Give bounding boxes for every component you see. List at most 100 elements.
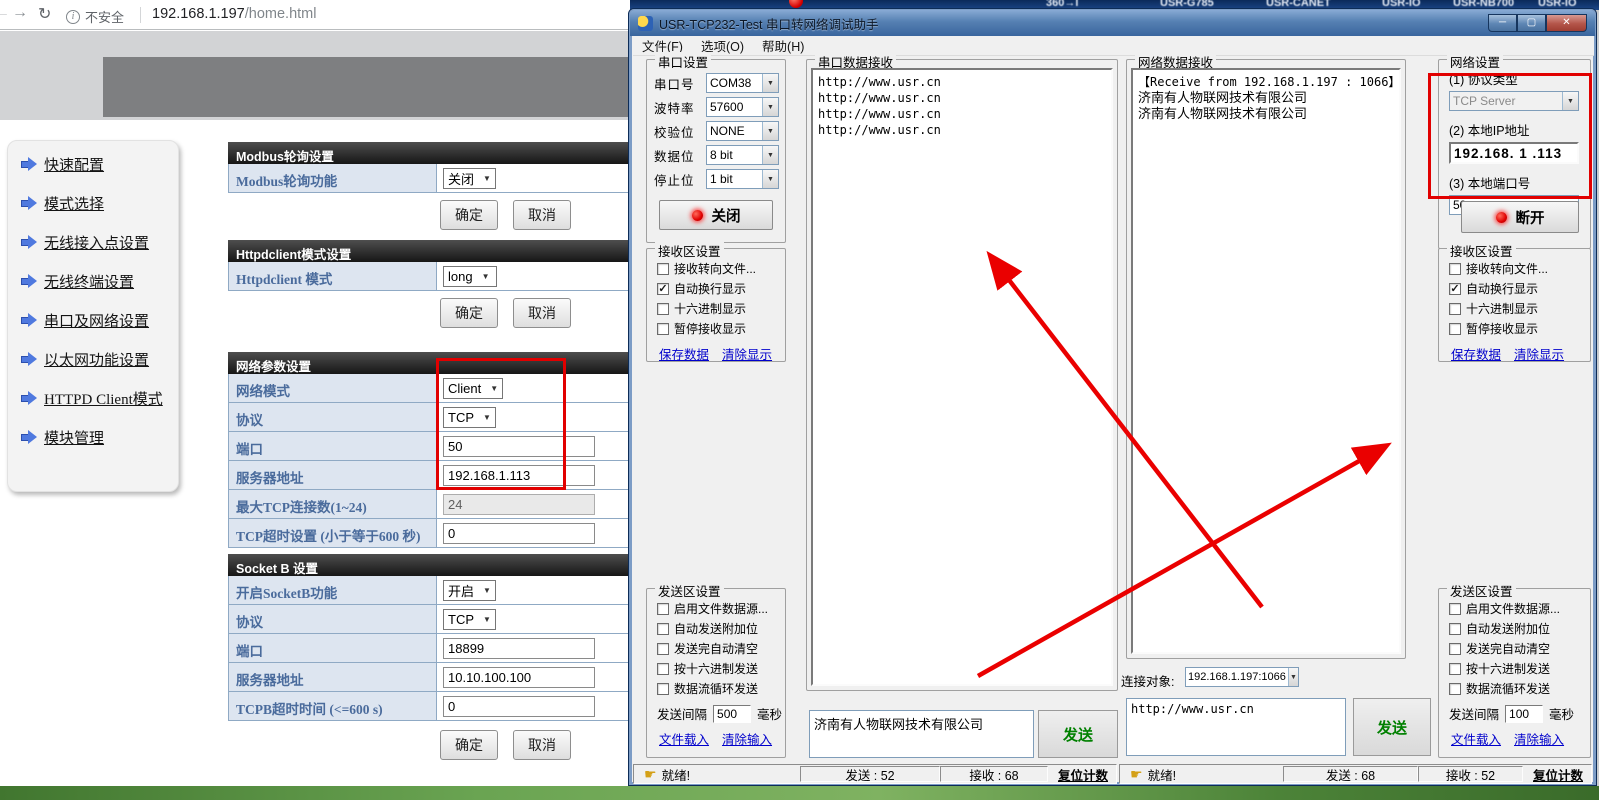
url-text[interactable]: 192.168.1.197/home.html <box>152 6 316 22</box>
maximize-button[interactable]: ▢ <box>1517 14 1546 32</box>
arrow-icon <box>21 235 37 249</box>
serial-receive-textarea[interactable]: http://www.usr.cn http://www.usr.cn http… <box>811 68 1113 686</box>
url-host: 192.168.1.197 <box>152 6 245 22</box>
cancel-button[interactable]: 取消 <box>513 730 571 760</box>
security-label: 不安全 <box>85 7 124 26</box>
section-header: Httpdclient模式设置 <box>228 240 630 262</box>
close-button[interactable]: ✕ <box>1546 14 1587 32</box>
baudrate-select[interactable]: 57600▼ <box>706 97 779 117</box>
checkbox-auto-append[interactable]: 自动发送附加位 <box>657 621 785 636</box>
clear-input-link[interactable]: 清除输入 <box>1514 729 1564 748</box>
databits-select[interactable]: 8 bit▼ <box>706 145 779 165</box>
sidebar-item-ethernet[interactable]: 以太网功能设置 <box>21 349 178 369</box>
sidebar-item-httpd-client[interactable]: HTTPD Client模式 <box>21 388 178 408</box>
modbus-poll-select[interactable]: 关闭▼ <box>443 168 496 189</box>
checkbox-file-source[interactable]: 启用文件数据源... <box>1449 601 1590 616</box>
sidebar-item-mode-select[interactable]: 模式选择 <box>21 193 178 213</box>
sidebar-item-module-manage[interactable]: 模块管理 <box>21 427 178 447</box>
checkbox-file-source[interactable]: 启用文件数据源... <box>657 601 785 616</box>
serial-close-button[interactable]: 关闭 <box>659 200 773 230</box>
network-data-receive-group: 网络数据接收 【Receive from 192.168.1.197 : 106… <box>1126 59 1406 659</box>
serial-send-input[interactable]: 济南有人物联网技术有限公司 <box>809 710 1034 758</box>
chevron-down-icon: ▼ <box>1288 668 1298 686</box>
reset-count-link[interactable]: 复位计数 <box>1533 765 1583 784</box>
checkbox-receive-to-file[interactable]: 接收转向文件... <box>657 261 785 276</box>
socketb-timeout-input[interactable]: 0 <box>443 696 595 717</box>
checkbox-loop-send[interactable]: 数据流循环发送 <box>1449 681 1590 696</box>
checkbox-hex-display[interactable]: 十六进制显示 <box>657 301 785 316</box>
cancel-button[interactable]: 取消 <box>513 200 571 230</box>
reset-count-link[interactable]: 复位计数 <box>1058 765 1108 784</box>
menu-help[interactable]: 帮助(H) <box>753 36 813 55</box>
cancel-button[interactable]: 取消 <box>513 298 571 328</box>
checkbox-receive-to-file[interactable]: 接收转向文件... <box>1449 261 1590 276</box>
received-line: http://www.usr.cn <box>818 106 1106 122</box>
socketb-protocol-select[interactable]: TCP▼ <box>443 609 496 630</box>
form-row: 端口 50 <box>228 432 630 461</box>
reload-icon[interactable]: ↻ <box>38 4 51 24</box>
network-send-input[interactable]: http://www.usr.cn <box>1126 698 1346 756</box>
checkbox-auto-linefeed[interactable]: ✓自动换行显示 <box>657 281 785 296</box>
checkbox-auto-append[interactable]: 自动发送附加位 <box>1449 621 1590 636</box>
checkbox-loop-send[interactable]: 数据流循环发送 <box>657 681 785 696</box>
tcp-timeout-input[interactable]: 0 <box>443 523 595 544</box>
title-bar[interactable]: USR-TCP232-Test 串口转网络调试助手 ─ ▢ ✕ <box>630 10 1595 36</box>
browser-window: ← → ↻ i 不安全 192.168.1.197/home.html 快速配置… <box>0 0 630 786</box>
socketb-enable-select[interactable]: 开启▼ <box>443 580 496 601</box>
load-file-link[interactable]: 文件载入 <box>1451 729 1501 748</box>
ok-button[interactable]: 确定 <box>440 730 498 760</box>
ok-button[interactable]: 确定 <box>440 298 498 328</box>
site-security-indicator[interactable]: i 不安全 <box>66 7 124 26</box>
serial-data-receive-group: 串口数据接收 http://www.usr.cn http://www.usr.… <box>806 59 1118 691</box>
stopbits-select[interactable]: 1 bit▼ <box>706 169 779 189</box>
status-ready: 就绪! <box>662 765 690 784</box>
group-title: 接收区设置 <box>655 241 724 260</box>
socketb-port-input[interactable]: 18899 <box>443 638 595 659</box>
parity-select[interactable]: NONE▼ <box>706 121 779 141</box>
sidebar-item-ap-settings[interactable]: 无线接入点设置 <box>21 232 178 252</box>
save-data-link[interactable]: 保存数据 <box>659 344 709 363</box>
checkbox-label: 接收转向文件... <box>1466 260 1548 277</box>
checkbox-auto-linefeed[interactable]: ✓自动换行显示 <box>1449 281 1590 296</box>
connection-target-select[interactable]: 192.168.1.197:1066 ▼ <box>1185 667 1299 687</box>
checkbox-send-hex[interactable]: 按十六进制发送 <box>657 661 785 676</box>
clear-input-link[interactable]: 清除输入 <box>722 729 772 748</box>
received-line: http://www.usr.cn <box>818 122 1106 138</box>
checkbox-hex-display[interactable]: 十六进制显示 <box>1449 301 1590 316</box>
minimize-button[interactable]: ─ <box>1488 14 1517 32</box>
checkbox-pause-receive[interactable]: 暂停接收显示 <box>1449 321 1590 336</box>
sidebar-item-serial-network[interactable]: 串口及网络设置 <box>21 310 178 330</box>
interval-input[interactable]: 100 <box>1505 705 1543 723</box>
checkbox-label: 按十六进制发送 <box>1466 660 1550 677</box>
field-label: 串口号 <box>654 74 706 93</box>
group-title: 发送区设置 <box>655 581 724 600</box>
checkbox-send-hex[interactable]: 按十六进制发送 <box>1449 661 1590 676</box>
clear-display-link[interactable]: 清除显示 <box>722 344 772 363</box>
ok-button[interactable]: 确定 <box>440 200 498 230</box>
checkbox-clear-after-send[interactable]: 发送完自动清空 <box>657 641 785 656</box>
checkbox-clear-after-send[interactable]: 发送完自动清空 <box>1449 641 1590 656</box>
sidebar-item-quick-config[interactable]: 快速配置 <box>21 154 178 174</box>
socketb-server-input[interactable]: 10.10.100.100 <box>443 667 595 688</box>
interval-input[interactable]: 500 <box>713 705 751 723</box>
checkbox-pause-receive[interactable]: 暂停接收显示 <box>657 321 785 336</box>
arrow-icon <box>21 274 37 288</box>
disconnect-button[interactable]: 断开 <box>1461 201 1579 233</box>
desktop-red-icon[interactable] <box>789 0 803 8</box>
checkbox-icon <box>1449 623 1461 635</box>
row-label: Httpdclient 模式 <box>229 262 437 290</box>
network-receive-textarea[interactable]: 【Receive from 192.168.1.197 : 1066】: 济南有… <box>1131 68 1401 654</box>
load-file-link[interactable]: 文件载入 <box>659 729 709 748</box>
httpdclient-mode-select[interactable]: long▼ <box>443 266 497 287</box>
com-port-select[interactable]: COM38▼ <box>706 73 779 93</box>
network-send-button[interactable]: 发送 <box>1353 698 1431 756</box>
max-tcp-input-disabled: 24 <box>443 494 595 515</box>
sidebar-item-sta-settings[interactable]: 无线终端设置 <box>21 271 178 291</box>
back-icon[interactable]: ← <box>0 4 10 22</box>
sidebar-item-label: 串口及网络设置 <box>44 310 149 331</box>
clear-display-link[interactable]: 清除显示 <box>1514 344 1564 363</box>
save-data-link[interactable]: 保存数据 <box>1451 344 1501 363</box>
forward-icon[interactable]: → <box>12 4 28 22</box>
serial-send-button[interactable]: 发送 <box>1038 710 1118 758</box>
section-httpdclient: Httpdclient模式设置 Httpdclient 模式 long▼ <box>228 240 630 291</box>
